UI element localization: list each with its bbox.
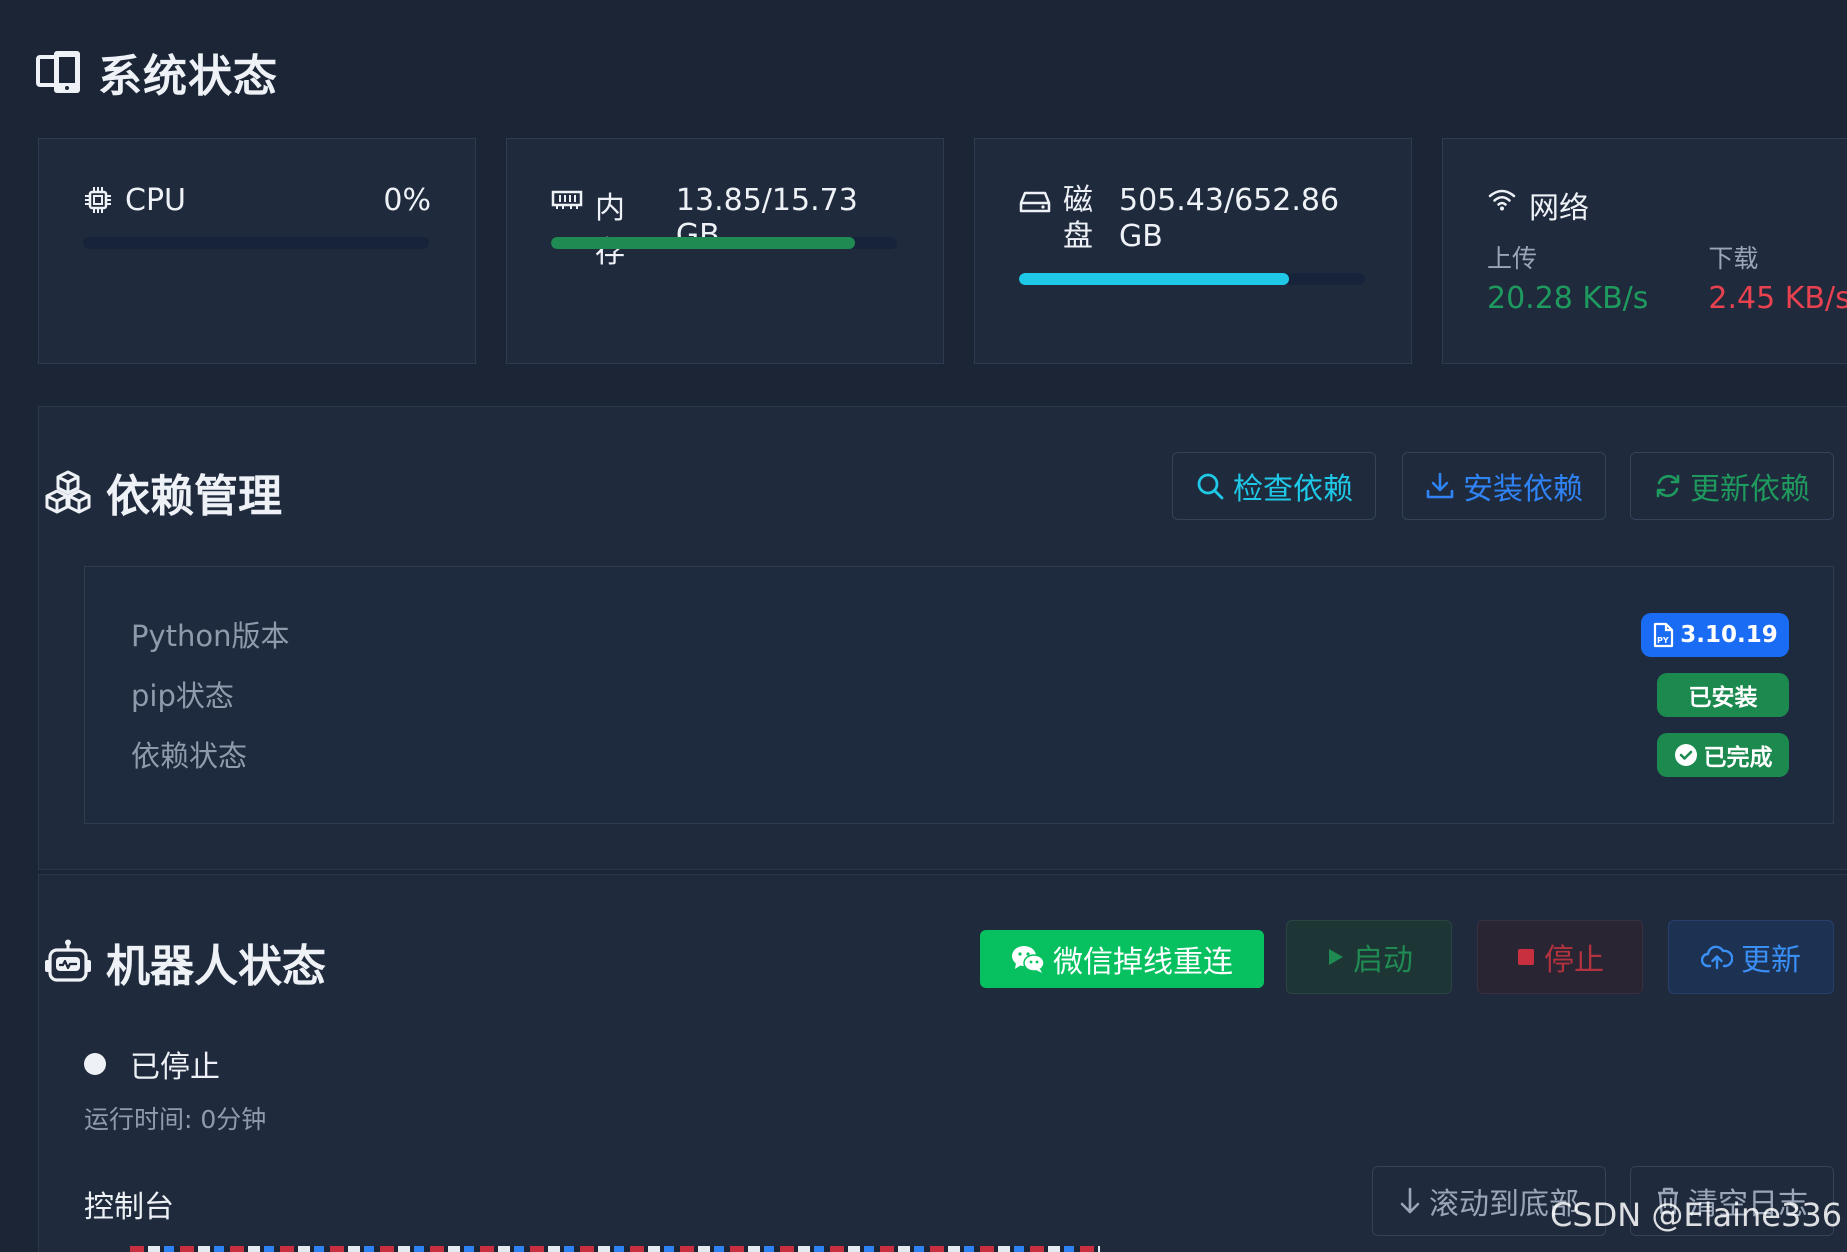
play-icon	[1325, 947, 1345, 967]
wechat-reconnect-label: 微信掉线重连	[1053, 946, 1233, 979]
download-value: 2.45 KB/s	[1708, 281, 1847, 316]
bot-status-row: 已停止	[84, 1042, 220, 1086]
upload-label: 上传	[1487, 244, 1538, 273]
disk-progress-fill	[1019, 273, 1289, 285]
memory-progress-bar	[551, 237, 897, 249]
cubes-icon	[44, 469, 92, 515]
bot-header: 机器人状态	[44, 930, 326, 994]
bot-update-label: 更新	[1741, 944, 1801, 977]
bot-update-button[interactable]: 更新	[1668, 920, 1834, 994]
disk-value-line2: GB	[1119, 219, 1163, 254]
cpu-card: CPU 0%	[38, 138, 476, 364]
disk-icon	[1019, 189, 1051, 215]
disk-value-line1: 505.43/652.86	[1119, 183, 1340, 218]
update-deps-label: 更新依赖	[1690, 473, 1810, 506]
cpu-progress-bar	[83, 237, 429, 249]
download-label: 下载	[1708, 244, 1759, 273]
stop-button[interactable]: 停止	[1477, 920, 1643, 994]
start-button[interactable]: 启动	[1286, 920, 1452, 994]
dependency-title: 依赖管理	[106, 471, 282, 522]
wifi-icon	[1487, 187, 1517, 213]
memory-label: 内存	[595, 191, 625, 270]
cpu-value: 0%	[383, 183, 431, 218]
page-title: 系统状态	[98, 51, 278, 102]
stop-icon	[1516, 947, 1536, 967]
download-icon	[1425, 471, 1455, 501]
python-version-label: Python版本	[131, 619, 290, 653]
python-version-badge: PY 3.10.19	[1641, 613, 1789, 657]
install-deps-label: 安装依赖	[1463, 473, 1583, 506]
devices-icon	[36, 49, 84, 95]
system-status-header: 系统状态	[36, 40, 278, 104]
dependency-header: 依赖管理	[44, 460, 282, 524]
disk-label-line1: 磁	[1063, 183, 1093, 218]
stop-label: 停止	[1544, 944, 1604, 977]
network-card: 网络 上传 20.28 KB/s 下载 2.45 KB/s	[1442, 138, 1847, 364]
pip-status-value: 已安装	[1688, 685, 1758, 711]
disk-label: 磁 盘	[1063, 183, 1093, 255]
disk-card: 磁 盘 505.43/652.86 GB	[974, 138, 1412, 364]
check-deps-label: 检查依赖	[1233, 473, 1353, 506]
python-version-value: 3.10.19	[1680, 622, 1778, 648]
search-icon	[1195, 471, 1225, 501]
python-file-icon: PY	[1652, 622, 1674, 648]
arrow-down-icon	[1399, 1186, 1421, 1216]
dep-status-value: 已完成	[1703, 745, 1773, 771]
svg-text:PY: PY	[1657, 636, 1669, 645]
uptime-text: 运行时间: 0分钟	[84, 1105, 267, 1134]
start-label: 启动	[1353, 944, 1413, 977]
install-deps-button[interactable]: 安装依赖	[1402, 452, 1606, 520]
pip-status-label: pip状态	[131, 679, 234, 713]
pip-status-badge: 已安装	[1657, 673, 1789, 717]
dep-status-badge: 已完成	[1657, 733, 1789, 777]
dep-status-label: 依赖状态	[131, 739, 248, 773]
memory-card: 内存 13.85/15.73 GB	[506, 138, 944, 364]
status-dot	[84, 1053, 106, 1075]
network-stats: 上传 20.28 KB/s 下载 2.45 KB/s	[1487, 239, 1847, 316]
disk-progress-bar	[1019, 273, 1365, 285]
console-log-preview	[130, 1246, 1100, 1252]
watermark: CSDN @Elaine336	[1550, 1196, 1843, 1234]
memory-icon	[551, 187, 583, 213]
check-circle-icon	[1674, 743, 1698, 767]
refresh-icon	[1654, 472, 1682, 500]
upload-value: 20.28 KB/s	[1487, 281, 1649, 316]
cpu-label: CPU	[125, 183, 186, 218]
memory-progress-fill	[551, 237, 856, 249]
check-deps-button[interactable]: 检查依赖	[1172, 452, 1376, 520]
robot-icon	[44, 938, 92, 986]
cpu-icon	[83, 185, 113, 215]
console-label: 控制台	[84, 1190, 174, 1225]
upload-stat: 上传 20.28 KB/s	[1487, 239, 1648, 316]
wechat-reconnect-button[interactable]: 微信掉线重连	[980, 930, 1264, 988]
cloud-upload-icon	[1701, 944, 1733, 970]
bot-status-text: 已停止	[130, 1050, 220, 1085]
update-deps-button[interactable]: 更新依赖	[1630, 452, 1834, 520]
disk-label-line2: 盘	[1063, 219, 1093, 254]
disk-value: 505.43/652.86 GB	[1119, 183, 1339, 255]
wechat-icon	[1011, 944, 1045, 974]
dependency-info-box: Python版本 pip状态 依赖状态 PY 3.10.19 已安装 已完成	[84, 566, 1834, 824]
bot-title: 机器人状态	[106, 941, 326, 992]
download-stat: 下载 2.45 KB/s	[1708, 239, 1847, 316]
network-label: 网络	[1529, 191, 1589, 226]
